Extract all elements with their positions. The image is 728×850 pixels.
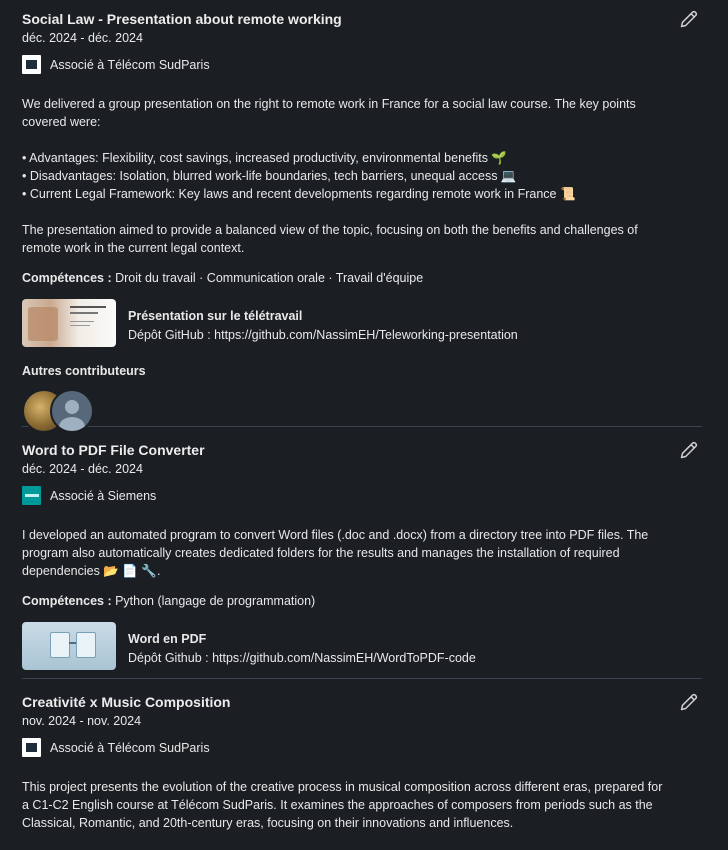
project-title: Creativité x Music Composition [22, 694, 231, 710]
media-thumbnail[interactable] [22, 622, 116, 670]
project-dates: déc. 2024 - déc. 2024 [22, 462, 143, 476]
media-title[interactable]: Présentation sur le télétravail [128, 308, 518, 325]
project-word-to-pdf: Word to PDF File Converter déc. 2024 - d… [0, 427, 728, 678]
description-line: I developed an automated program to conv… [22, 528, 649, 578]
media-subtitle: Dépôt Github : https://github.com/Nassim… [128, 651, 476, 665]
description-line: • Advantages: Flexibility, cost savings,… [22, 151, 507, 165]
description-line: • Current Legal Framework: Key laws and … [22, 187, 576, 201]
association-text: Associé à Télécom SudParis [50, 740, 210, 755]
edit-project-button[interactable] [678, 8, 700, 30]
media-thumbnail[interactable] [22, 299, 116, 347]
association-row: Associé à Siemens [22, 486, 728, 505]
skills-list: Droit du travail · Communication orale ·… [115, 271, 424, 285]
association-text: Associé à Télécom SudParis [50, 57, 210, 72]
project-music-composition: Creativité x Music Composition nov. 2024… [0, 679, 728, 832]
description-line: We delivered a group presentation on the… [22, 97, 636, 129]
project-description: I developed an automated program to conv… [22, 526, 672, 580]
project-social-law: Social Law - Presentation about remote w… [0, 0, 728, 433]
media-attachment[interactable]: Présentation sur le télétravail Dépôt Gi… [22, 299, 728, 347]
media-info: Présentation sur le télétravail Dépôt Gi… [128, 299, 518, 344]
media-info: Word en PDF Dépôt Github : https://githu… [128, 622, 476, 667]
description-line: • Disadvantages: Isolation, blurred work… [22, 169, 517, 183]
pencil-icon [680, 10, 698, 28]
project-description: We delivered a group presentation on the… [22, 95, 672, 257]
telecom-sudparis-logo [22, 738, 41, 757]
project-title: Social Law - Presentation about remote w… [22, 11, 342, 27]
skills-row: Compétences : Python (langage de program… [22, 592, 728, 610]
media-subtitle: Dépôt GitHub : https://github.com/Nassim… [128, 328, 518, 342]
skills-label: Compétences : [22, 594, 112, 608]
skills-list: Python (langage de programmation) [115, 594, 316, 608]
project-dates: déc. 2024 - déc. 2024 [22, 31, 143, 45]
media-title[interactable]: Word en PDF [128, 631, 476, 648]
association-row: Associé à Télécom SudParis [22, 738, 728, 757]
skills-label: Compétences : [22, 271, 112, 285]
contributors-heading: Autres contributeurs [22, 364, 146, 378]
skills-row: Compétences : Droit du travail · Communi… [22, 269, 728, 287]
association-text: Associé à Siemens [50, 488, 157, 503]
edit-project-button[interactable] [678, 439, 700, 461]
project-dates: nov. 2024 - nov. 2024 [22, 714, 142, 728]
project-description: This project presents the evolution of t… [22, 778, 672, 832]
edit-project-button[interactable] [678, 691, 700, 713]
description-line: This project presents the evolution of t… [22, 780, 663, 830]
media-attachment[interactable]: Word en PDF Dépôt Github : https://githu… [22, 622, 728, 670]
association-row: Associé à Télécom SudParis [22, 55, 728, 74]
description-line: The presentation aimed to provide a bala… [22, 223, 638, 255]
pencil-icon [680, 693, 698, 711]
telecom-sudparis-logo [22, 55, 41, 74]
project-title: Word to PDF File Converter [22, 442, 205, 458]
siemens-logo [22, 486, 41, 505]
pencil-icon [680, 441, 698, 459]
